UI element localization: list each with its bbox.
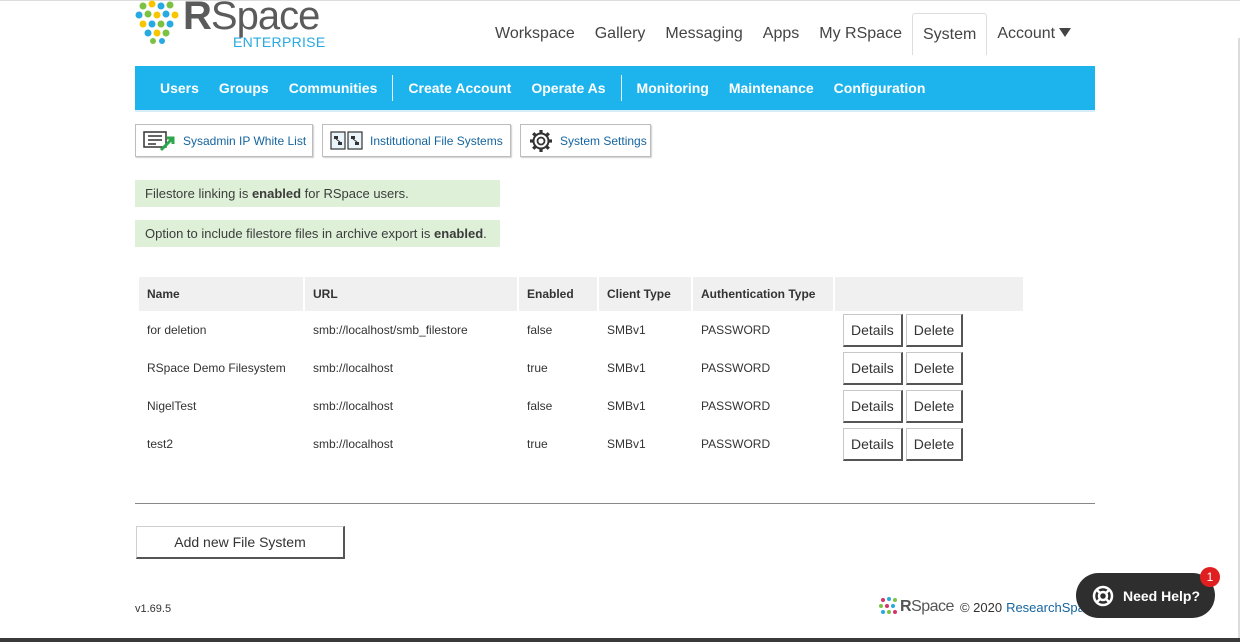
subnav-maintenance[interactable]: Maintenance [719,80,824,96]
details-button[interactable]: Details [843,313,903,347]
cell-enabled: true [527,437,548,451]
lifebuoy-icon [1092,585,1114,606]
subnav-users[interactable]: Users [150,80,209,96]
alert-text: Option to include filestore files in arc… [145,226,435,241]
add-file-system-button[interactable]: Add new File System [136,526,345,559]
cell-auth-type: PASSWORD [701,399,771,413]
bottom-bar [0,638,1240,642]
copyright-text: © 2020 [959,599,1003,615]
cell-auth-type: PASSWORD [701,361,771,375]
caret-down-icon [1059,28,1072,38]
alert-status: enabled [251,186,302,201]
divider [135,503,1095,504]
nav-my-rspace[interactable]: My RSpace [809,13,912,55]
details-button[interactable]: Details [843,351,903,385]
cell-url: smb://localhost/smb_filestore [313,323,468,337]
cell-url: smb://localhost [313,361,394,375]
cell-name: test2 [147,437,174,451]
cell-client-type: SMBv1 [607,323,646,337]
institutional-file-systems-button[interactable]: Institutional File Systems [322,124,511,157]
cell-enabled: true [527,361,548,375]
delete-button[interactable]: Delete [905,351,964,385]
logo-subtitle: ENTERPRISE [233,34,326,50]
alert-text: . [483,226,487,241]
file-systems-icon [330,130,363,150]
file-systems-table: Name URL Enabled Client Type Authenticat… [137,277,1025,463]
subnav-create-account[interactable]: Create Account [398,80,521,96]
cell-actions: Details Delete [835,311,1023,349]
cell-client-type: SMBv1 [607,437,646,451]
footer: RSpace © 2020 ResearchSpace [878,595,1099,619]
system-settings-button[interactable]: System Settings [520,124,651,157]
rspace-small-logo-icon [879,597,897,614]
table-row: RSpace Demo Filesystem smb://localhost t… [139,349,1023,387]
version-label: v1.69.5 [135,603,172,615]
details-button[interactable]: Details [843,389,903,423]
ip-whitelist-icon [143,130,175,151]
table-row: NigelTest smb://localhost false SMBv1 PA… [139,387,1023,425]
alert-text: Filestore linking is [145,186,252,201]
subnav-monitoring[interactable]: Monitoring [627,80,719,96]
need-help-button[interactable]: Need Help? [1076,573,1215,618]
column-header-auth-type: Authentication Type [693,277,833,311]
details-button[interactable]: Details [843,427,903,461]
delete-button[interactable]: Delete [905,313,964,347]
nav-workspace[interactable]: Workspace [485,13,585,55]
cell-name: for deletion [147,323,207,337]
column-header-enabled: Enabled [519,277,597,311]
rspace-logo[interactable]: RSpace ENTERPRISE [135,0,335,52]
column-header-url: URL [305,277,517,311]
notification-badge: 1 [1200,567,1220,587]
subnav-divider [620,75,622,101]
cell-actions: Details Delete [835,349,1023,387]
cell-name: RSpace Demo Filesystem [147,361,286,375]
subnav-communities[interactable]: Communities [279,80,388,96]
subnav-configuration[interactable]: Configuration [824,80,936,96]
table-header-row: Name URL Enabled Client Type Authenticat… [139,277,1023,311]
gear-icon [530,129,552,152]
nav-apps[interactable]: Apps [753,13,809,55]
subnav-groups[interactable]: Groups [209,80,279,96]
column-header-name: Name [139,277,303,311]
ip-whitelist-label: Sysadmin IP White List [183,133,307,148]
table-row: for deletion smb://localhost/smb_filesto… [139,311,1023,349]
alert-text: for RSpace users. [301,186,409,201]
nav-gallery[interactable]: Gallery [585,13,656,55]
alert-status: enabled [434,226,484,241]
cell-auth-type: PASSWORD [701,437,771,451]
cell-url: smb://localhost [313,437,394,451]
nav-messaging[interactable]: Messaging [655,13,752,55]
system-settings-label: System Settings [560,133,647,148]
cell-name: NigelTest [147,399,197,413]
filestore-linking-alert: Filestore linking is enabled for RSpace … [135,180,500,207]
table-row: test2 smb://localhost true SMBv1 PASSWOR… [139,425,1023,463]
system-subnav: Users Groups Communities Create Account … [135,66,1095,112]
file-systems-label: Institutional File Systems [370,133,503,148]
cell-client-type: SMBv1 [607,399,646,413]
cell-client-type: SMBv1 [607,361,646,375]
rspace-logo-icon [135,0,179,44]
subnav-operate-as[interactable]: Operate As [521,80,615,96]
cell-auth-type: PASSWORD [701,323,771,337]
delete-button[interactable]: Delete [905,427,964,461]
cell-actions: Details Delete [835,425,1023,463]
cell-url: smb://localhost [313,399,394,413]
delete-button[interactable]: Delete [905,389,964,423]
nav-account[interactable]: Account [987,13,1081,55]
column-header-client-type: Client Type [599,277,691,311]
cell-actions: Details Delete [835,387,1023,425]
archive-export-alert: Option to include filestore files in arc… [135,220,500,247]
need-help-label: Need Help? [1123,587,1201,604]
nav-system[interactable]: System [911,13,988,55]
column-header-actions [835,277,1023,311]
cell-enabled: false [527,399,553,413]
main-nav: Workspace Gallery Messaging Apps My RSpa… [485,13,1081,55]
footer-rspace-wordmark: RSpace [900,598,954,615]
subnav-divider [392,75,394,101]
cell-enabled: false [527,323,553,337]
nav-account-label: Account [997,25,1056,42]
ip-whitelist-button[interactable]: Sysadmin IP White List [135,124,313,157]
